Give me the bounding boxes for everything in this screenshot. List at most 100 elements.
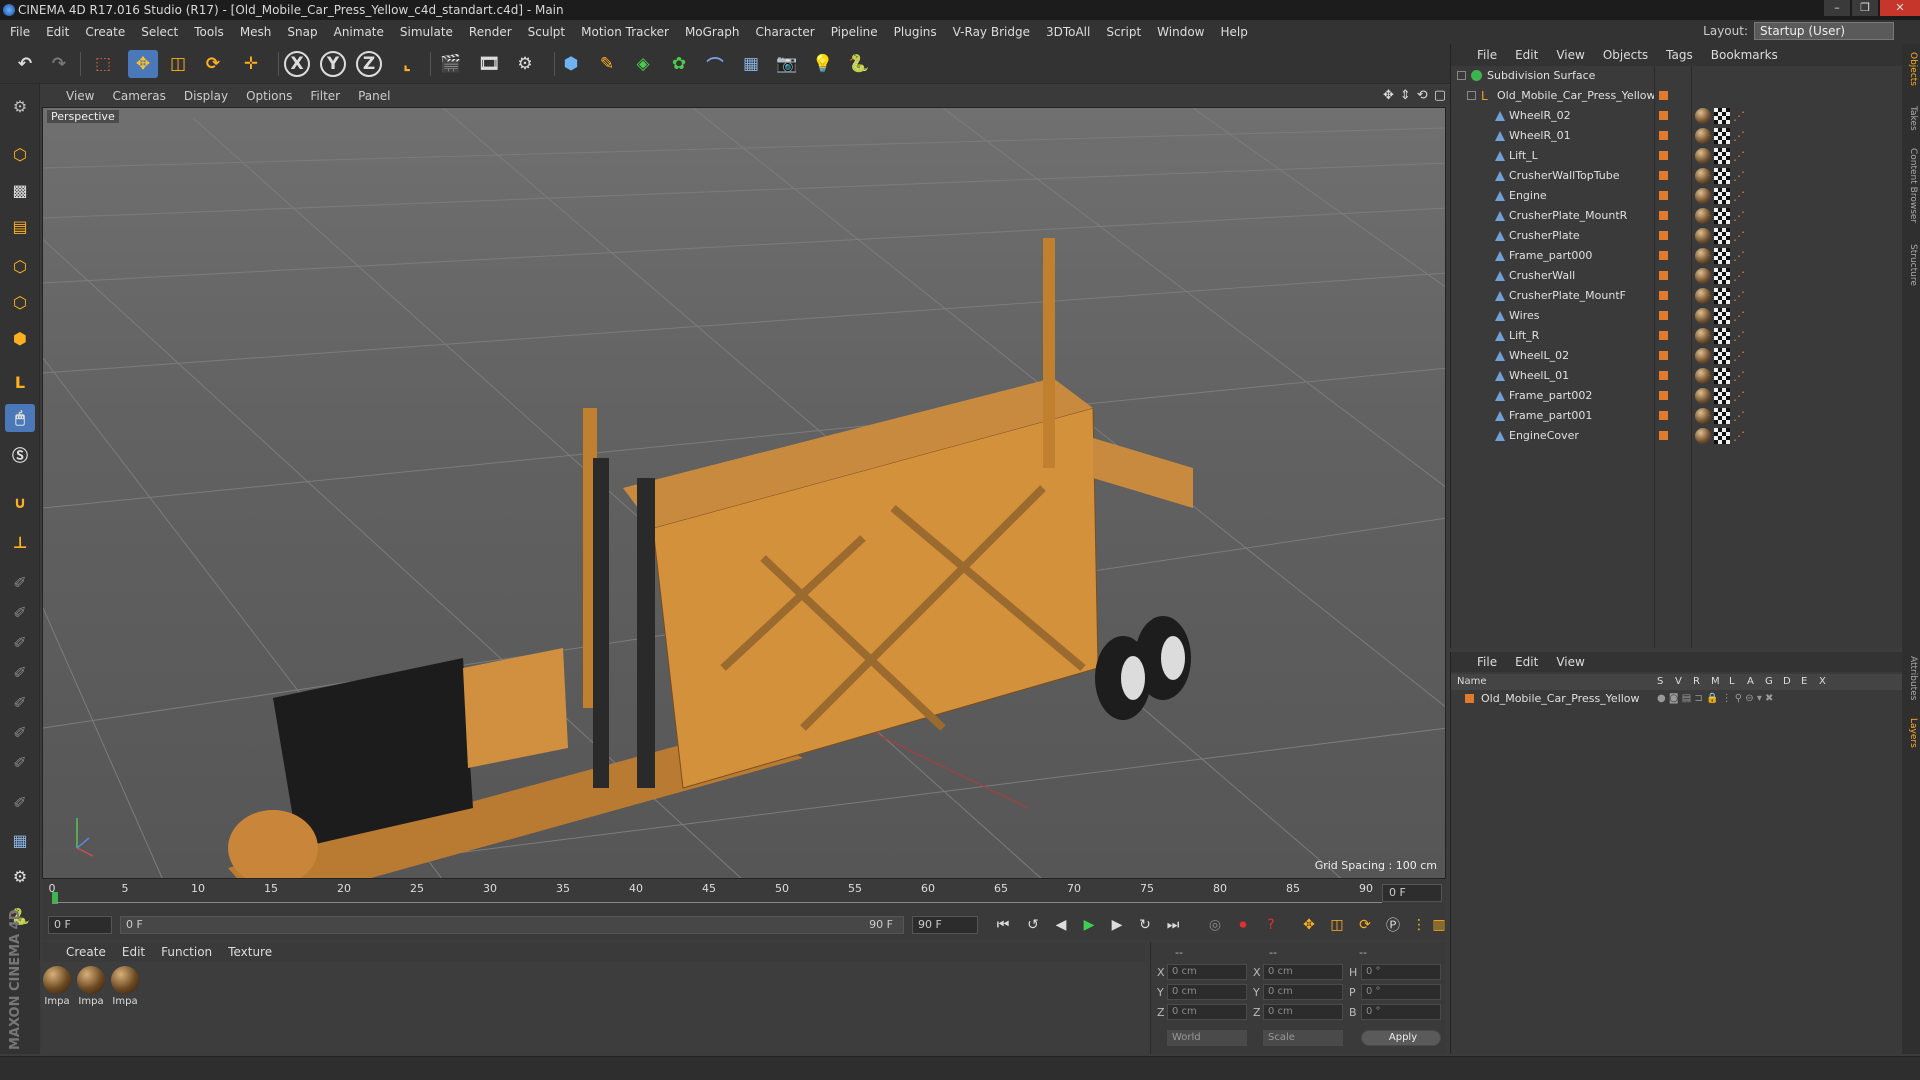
phong-tag-icon[interactable]: ⋰ [1733, 368, 1747, 384]
sculpt-smooth-icon[interactable]: ✐ [5, 628, 35, 656]
restore-button[interactable]: ❐ [1852, 0, 1878, 16]
record-icon[interactable]: ⏺ [1232, 914, 1254, 936]
phong-tag-icon[interactable]: ⋰ [1733, 408, 1747, 424]
key-pla-icon[interactable]: ⋮ [1408, 914, 1430, 936]
close-button[interactable]: ✕ [1880, 0, 1920, 16]
tab-content-browser[interactable]: Content Browser [1904, 148, 1918, 223]
menu-motion-tracker[interactable]: Motion Tracker [581, 25, 669, 39]
layer-col-manager[interactable]: M [1711, 676, 1720, 687]
phong-tag-icon[interactable]: ⋰ [1733, 308, 1747, 324]
object-row[interactable]: CrusherPlate ⋰ [1451, 226, 1903, 246]
size-x-field[interactable]: 0 cm [1263, 964, 1343, 980]
phong-tag-icon[interactable]: ⋰ [1733, 268, 1747, 284]
om-menu-bookmarks[interactable]: Bookmarks [1711, 48, 1778, 62]
phong-tag-icon[interactable]: ⋰ [1733, 108, 1747, 124]
object-row[interactable]: CrusherWallTopTube ⋰ [1451, 166, 1903, 186]
sculpt-grab-icon[interactable]: ✐ [5, 718, 35, 746]
om-menu-tags[interactable]: Tags [1666, 48, 1693, 62]
cube-primitive-icon[interactable]: ⬢ [556, 50, 586, 78]
menu-render[interactable]: Render [469, 25, 512, 39]
menu-plugins[interactable]: Plugins [894, 25, 937, 39]
menu-window[interactable]: Window [1157, 25, 1204, 39]
material-menu-create[interactable]: Create [66, 945, 106, 959]
menu-character[interactable]: Character [755, 25, 814, 39]
column-divider[interactable] [1691, 66, 1692, 648]
object-row[interactable]: Lift_R ⋰ [1451, 326, 1903, 346]
menu-create[interactable]: Create [85, 25, 125, 39]
play-icon[interactable]: ▶ [1078, 914, 1100, 936]
object-row[interactable]: Frame_part001 ⋰ [1451, 406, 1903, 426]
object-row[interactable]: WheelL_02 ⋰ [1451, 346, 1903, 366]
tab-layers[interactable]: Layers [1904, 718, 1918, 748]
menu-mograph[interactable]: MoGraph [685, 25, 740, 39]
layer-row[interactable]: Old_Mobile_Car_Press_Yellow ● ◙ ▤ ⊐ 🔒 ⋮ … [1451, 690, 1903, 708]
coordinate-system-icon[interactable]: ⌞ [392, 50, 422, 78]
material-tag-icon[interactable] [1695, 308, 1711, 324]
menu-script[interactable]: Script [1106, 25, 1141, 39]
menu-pipeline[interactable]: Pipeline [831, 25, 878, 39]
phong-tag-icon[interactable]: ⋰ [1733, 348, 1747, 364]
size-y-field[interactable]: 0 cm [1263, 984, 1343, 1000]
material-tag-icon[interactable] [1695, 388, 1711, 404]
grid-lock-icon[interactable]: ▦ [5, 826, 35, 854]
layer-color-icon[interactable] [1465, 694, 1474, 703]
menu-3dtoall[interactable]: 3DToAll [1046, 25, 1090, 39]
tab-attributes[interactable]: Attributes [1904, 656, 1918, 700]
menu-edit[interactable]: Edit [46, 25, 69, 39]
uvw-tag-icon[interactable] [1714, 308, 1730, 324]
material-tag-icon[interactable] [1695, 268, 1711, 284]
layout-dropdown[interactable]: Startup (User) [1754, 22, 1894, 40]
material-menu-texture[interactable]: Texture [228, 945, 272, 959]
camera-label[interactable]: Perspective [47, 110, 119, 123]
menu-select[interactable]: Select [141, 25, 178, 39]
current-frame-field[interactable]: 0 F [1382, 884, 1442, 902]
rotation-p-field[interactable]: 0 ° [1361, 984, 1441, 1000]
layer-col-deformers[interactable]: D [1783, 676, 1791, 687]
deformer-icon[interactable]: ⌒ [700, 50, 730, 78]
object-row[interactable]: Wires ⋰ [1451, 306, 1903, 326]
uvw-tag-icon[interactable] [1714, 408, 1730, 424]
texture-mode-icon[interactable]: ▩ [5, 176, 35, 204]
uvw-tag-icon[interactable] [1714, 188, 1730, 204]
layer-col-render[interactable]: R [1693, 676, 1700, 687]
subdivision-surface-icon[interactable]: ◈ [628, 50, 658, 78]
maximize-view-icon[interactable]: ▢ [1434, 88, 1446, 103]
viewport-menu-options[interactable]: Options [246, 89, 292, 103]
layer-col-view[interactable]: V [1675, 676, 1682, 687]
material-tag-icon[interactable] [1695, 368, 1711, 384]
position-z-field[interactable]: 0 cm [1167, 1004, 1247, 1020]
cloner-icon[interactable]: ✿ [664, 50, 694, 78]
material-tag-icon[interactable] [1695, 208, 1711, 224]
x-axis-lock-icon[interactable]: X [284, 51, 310, 77]
next-key-icon[interactable]: ↻ [1134, 914, 1156, 936]
object-row[interactable]: Engine ⋰ [1451, 186, 1903, 206]
undo-icon[interactable]: ↶ [10, 50, 40, 78]
light-icon[interactable]: 💡 [808, 50, 838, 78]
sculpt-knife-icon[interactable]: ✐ [5, 788, 35, 816]
object-row[interactable]: Frame_part002 ⋰ [1451, 386, 1903, 406]
uvw-tag-icon[interactable] [1714, 248, 1730, 264]
phong-tag-icon[interactable]: ⋰ [1733, 168, 1747, 184]
uvw-tag-icon[interactable] [1714, 148, 1730, 164]
tab-structure[interactable]: Structure [1904, 244, 1918, 286]
material-menu-function[interactable]: Function [161, 945, 212, 959]
menu-tools[interactable]: Tools [194, 25, 224, 39]
object-row[interactable]: Lift_L ⋰ [1451, 146, 1903, 166]
om-menu-objects[interactable]: Objects [1603, 48, 1648, 62]
camera-icon[interactable]: 📷 [772, 50, 802, 78]
collapse-icon[interactable] [1467, 91, 1476, 100]
z-axis-lock-icon[interactable]: Z [356, 51, 382, 77]
phong-tag-icon[interactable]: ⋰ [1733, 328, 1747, 344]
object-row[interactable]: L Old_Mobile_Car_Press_Yellow [1451, 86, 1903, 106]
uvw-tag-icon[interactable] [1714, 208, 1730, 224]
phong-tag-icon[interactable]: ⋰ [1733, 208, 1747, 224]
material-tag-icon[interactable] [1695, 428, 1711, 444]
end-frame-field[interactable]: 90 F [912, 916, 978, 934]
material-swatch[interactable]: Impa [110, 966, 140, 1010]
workplane-axis-icon[interactable]: ⊥ [5, 528, 35, 556]
material-tag-icon[interactable] [1695, 108, 1711, 124]
tab-takes[interactable]: Takes [1904, 106, 1918, 131]
render-view-icon[interactable]: 🎬 [436, 50, 466, 78]
previous-frame-icon[interactable]: ◀ [1050, 914, 1072, 936]
sculpt-brush-icon[interactable]: ✐ [5, 568, 35, 596]
